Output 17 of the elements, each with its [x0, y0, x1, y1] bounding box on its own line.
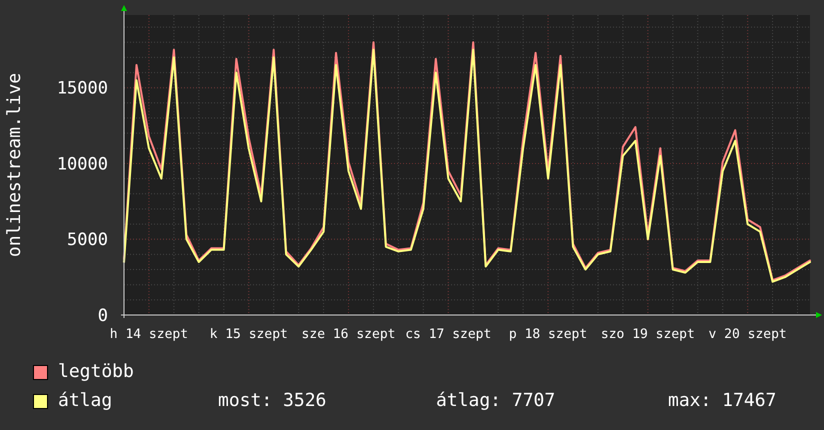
tick-label: p 18 szept: [508, 327, 588, 342]
stat-text: max: 17467: [668, 390, 776, 412]
tick-label: v 20 szept: [708, 327, 787, 342]
tick-label: sze 16 szept: [302, 327, 396, 342]
legend-label: átlag: [58, 390, 114, 412]
tick-label: h 14 szept: [110, 327, 188, 342]
tick-label: cs 17 szept: [405, 327, 492, 342]
tick-label: 10000: [56, 154, 108, 174]
axis-title: onlinestream.live: [4, 72, 25, 258]
tick-label: 5000: [67, 230, 108, 250]
tick-label: 0: [98, 306, 108, 326]
legend-label: legtöbb: [58, 361, 135, 383]
stat-text: átlag: 7707: [436, 390, 556, 412]
stat-text: most: 3526: [218, 390, 328, 412]
tick-label: szo 19 szept: [600, 327, 695, 342]
tick-label: k 15 szept: [210, 327, 288, 342]
tick-label: 15000: [56, 78, 108, 99]
